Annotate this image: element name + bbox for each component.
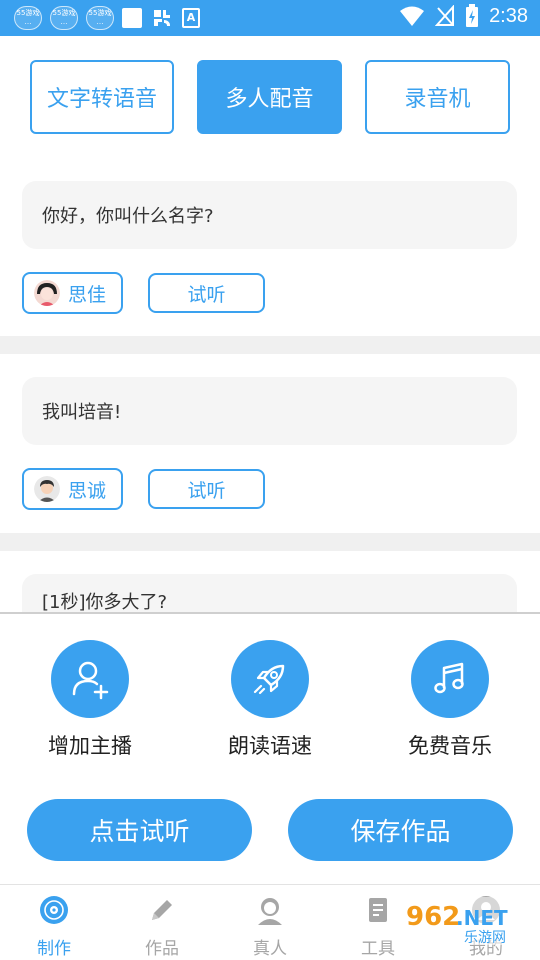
nav-item-create[interactable]: 制作: [0, 893, 108, 959]
clock: 2:38: [489, 4, 528, 27]
female-avatar-icon: [34, 280, 60, 306]
dialogue-line-card[interactable]: [1秒]你多大了?: [22, 574, 517, 614]
rocket-icon: [231, 640, 309, 718]
section-divider: [0, 533, 540, 551]
app-notification-icon: 55游戏…: [14, 6, 42, 30]
male-avatar-icon: [34, 476, 60, 502]
listen-button[interactable]: 试听: [148, 469, 265, 509]
section-divider: [0, 336, 540, 354]
962-watermark-logo: 962 .NET 乐游网: [400, 897, 534, 946]
battery-charging-icon: [466, 4, 479, 27]
save-work-button[interactable]: 保存作品: [288, 799, 513, 861]
nav-item-works[interactable]: 作品: [108, 893, 216, 959]
bug-icon: [154, 10, 170, 26]
svg-text:.NET: .NET: [456, 906, 508, 930]
reading-speed-tool[interactable]: 朗读语速: [200, 640, 340, 760]
tool-label: 增加主播: [48, 734, 132, 758]
pencil-icon: [152, 900, 172, 920]
dubbing-tools-panel: 增加主播 朗读语速 免费音乐 点击试听 保存作品: [0, 612, 540, 884]
tool-label: 免费音乐: [408, 734, 492, 758]
person-icon: [258, 898, 282, 925]
speaker-select-button[interactable]: 思诚: [22, 468, 123, 510]
free-music-tool[interactable]: 免费音乐: [380, 640, 520, 760]
app-notification-icon: 55游戏…: [50, 6, 78, 30]
listen-button[interactable]: 试听: [148, 273, 265, 313]
square-notification-icon: [122, 8, 142, 28]
nav-label: 制作: [37, 939, 71, 959]
svg-text:乐游网: 乐游网: [464, 930, 506, 946]
nav-item-real-person[interactable]: 真人: [216, 893, 324, 959]
no-signal-icon: [435, 5, 455, 26]
music-note-icon: [411, 640, 489, 718]
mode-tabs: 文字转语音 多人配音 录音机: [30, 60, 510, 134]
keyboard-a-icon: A: [182, 8, 200, 28]
notification-icons: 55游戏… 55游戏… 55游戏… A: [14, 6, 200, 30]
tab-recorder[interactable]: 录音机: [365, 60, 510, 134]
speaker-select-button[interactable]: 思佳: [22, 272, 123, 314]
preview-button[interactable]: 点击试听: [27, 799, 252, 861]
add-speaker-tool[interactable]: 增加主播: [20, 640, 160, 760]
bottom-nav: 制作 作品 真人 工具 我的 962 .NET 乐游网: [0, 884, 540, 960]
status-bar: 55游戏… 55游戏… 55游戏… A 2:38: [0, 0, 540, 36]
document-icon: [369, 898, 387, 922]
nav-label: 作品: [145, 939, 179, 959]
nav-label: 真人: [253, 939, 287, 959]
tab-text-to-speech[interactable]: 文字转语音: [30, 60, 174, 134]
dialogue-line-card[interactable]: 你好，你叫什么名字?: [22, 181, 517, 249]
app-notification-icon: 55游戏…: [86, 6, 114, 30]
wifi-icon: [400, 6, 425, 26]
tab-multi-voice-dubbing[interactable]: 多人配音: [197, 60, 342, 134]
tool-label: 朗读语速: [228, 734, 312, 758]
speaker-name: 思诚: [68, 479, 107, 502]
speaker-name: 思佳: [68, 283, 107, 306]
dialogue-line-card[interactable]: 我叫培音!: [22, 377, 517, 445]
svg-text:962: 962: [406, 902, 460, 932]
add-user-icon: [51, 640, 129, 718]
disc-icon: [40, 896, 68, 924]
